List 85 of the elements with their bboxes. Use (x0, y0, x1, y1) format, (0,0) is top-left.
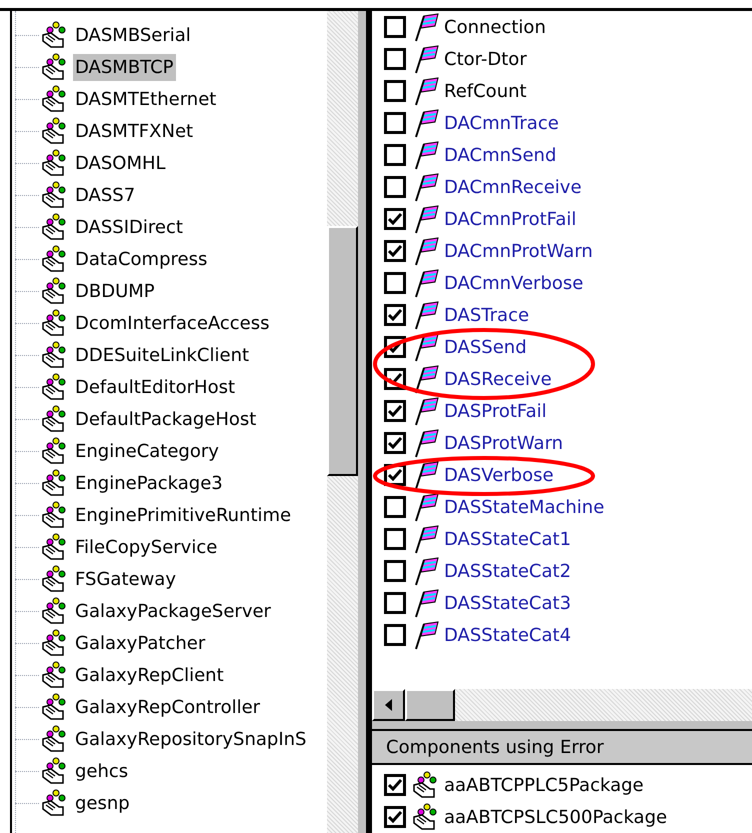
pane-splitter[interactable] (358, 11, 372, 833)
check-icon (388, 245, 402, 257)
check-icon (388, 341, 402, 353)
tree-item[interactable]: DefaultEditorHost (73, 374, 238, 400)
log-flag-label: DACmnVerbose (444, 272, 584, 296)
scrollbar-thumb[interactable] (327, 226, 358, 476)
checkbox[interactable] (384, 432, 406, 454)
vertical-scrollbar[interactable] (327, 11, 358, 833)
tree-item[interactable]: GalaxyPatcher (73, 630, 208, 656)
log-flag-label: DACmnReceive (444, 176, 582, 200)
tree-item[interactable]: EnginePackage3 (73, 470, 225, 496)
checkbox[interactable] (384, 240, 406, 262)
tree-item[interactable]: DataCompress (73, 246, 210, 272)
tree-item[interactable]: DASMBSerial (73, 22, 193, 48)
checkbox[interactable] (384, 304, 406, 326)
checkbox[interactable] (384, 112, 406, 134)
tree-item[interactable]: FSGateway (73, 566, 178, 592)
check-icon (388, 405, 402, 417)
log-flag-label: DASReceive (444, 368, 552, 392)
check-icon (388, 309, 402, 321)
log-flag-label: DASTrace (444, 304, 530, 328)
log-flag-label: Ctor-Dtor (444, 48, 527, 72)
list-header: Components using Error (372, 731, 752, 766)
tree-item[interactable]: GalaxyRepositorySnapInS (73, 726, 308, 752)
log-flag-label: DASStateCat4 (444, 624, 572, 648)
tree-item[interactable]: GalaxyPackageServer (73, 598, 273, 624)
log-flag-label: DASStateCat3 (444, 592, 572, 616)
scroll-left-button[interactable] (372, 689, 405, 722)
log-flag-label: DACmnTrace (444, 112, 559, 136)
tree-item[interactable]: DcomInterfaceAccess (73, 310, 272, 336)
log-flag-label: DASStateMachine (444, 496, 604, 520)
checkbox[interactable] (384, 48, 406, 70)
checkbox[interactable] (384, 592, 406, 614)
tree-item[interactable]: DASOMHL (73, 150, 168, 176)
checkbox[interactable] (384, 774, 406, 796)
scrollbar-thumb[interactable] (405, 689, 455, 722)
checkbox[interactable] (384, 176, 406, 198)
tree-item[interactable]: GalaxyRepClient (73, 662, 226, 688)
tree-item[interactable]: EnginePrimitiveRuntime (73, 502, 294, 528)
checkbox[interactable] (384, 496, 406, 518)
tree-item[interactable]: DBDUMP (73, 278, 157, 304)
tree-item[interactable]: DASMBTCP (73, 54, 176, 80)
log-flag-label: DACmnProtFail (444, 208, 576, 232)
tree-item[interactable]: gesnp (73, 790, 132, 816)
checkbox[interactable] (384, 806, 406, 828)
tree-item[interactable]: DDESuiteLinkClient (73, 342, 252, 368)
log-flag-label: DASVerbose (444, 464, 554, 488)
checkbox[interactable] (384, 400, 406, 422)
checkbox[interactable] (384, 16, 406, 38)
log-flag-label: Connection (444, 16, 546, 40)
log-flag-label: DACmnProtWarn (444, 240, 593, 264)
log-flag-label: DACmnSend (444, 144, 556, 168)
checkbox[interactable] (384, 272, 406, 294)
log-flag-label: DASProtFail (444, 400, 547, 424)
log-flag-label: DASSend (444, 336, 527, 360)
component-label: aaABTCPSLC500Package (444, 806, 668, 830)
checkbox[interactable] (384, 560, 406, 582)
check-icon (388, 779, 402, 792)
tree-item[interactable]: gehcs (73, 758, 130, 784)
checkbox[interactable] (384, 80, 406, 102)
pane-splitter[interactable] (372, 721, 752, 732)
check-icon (388, 437, 402, 449)
left-arrow-icon (384, 699, 392, 712)
log-flag-label: RefCount (444, 80, 527, 104)
tree-item[interactable]: FileCopyService (73, 534, 220, 560)
checkbox[interactable] (384, 528, 406, 550)
checkbox[interactable] (384, 624, 406, 646)
check-icon (388, 373, 402, 385)
check-icon (388, 811, 402, 824)
tree-item[interactable]: DASMTEthernet (73, 86, 218, 112)
tree-item[interactable]: GalaxyRepController (73, 694, 262, 720)
component-label: aaABTCPPLC5Package (444, 774, 644, 798)
tree-item[interactable]: DefaultPackageHost (73, 406, 258, 432)
tree-item[interactable]: DASSIDirect (73, 214, 185, 240)
log-flag-label: DASStateCat1 (444, 528, 572, 552)
checkbox[interactable] (384, 208, 406, 230)
log-flag-label: DASProtWarn (444, 432, 564, 456)
tree-item[interactable]: EngineCategory (73, 438, 221, 464)
tree-item[interactable]: DASS7 (73, 182, 138, 208)
log-flag-label: DASStateCat2 (444, 560, 572, 584)
checkbox[interactable] (384, 144, 406, 166)
check-icon (388, 469, 402, 481)
horizontal-scrollbar[interactable] (372, 689, 752, 722)
check-icon (388, 213, 402, 225)
tree-item[interactable]: DASMTFXNet (73, 118, 196, 144)
